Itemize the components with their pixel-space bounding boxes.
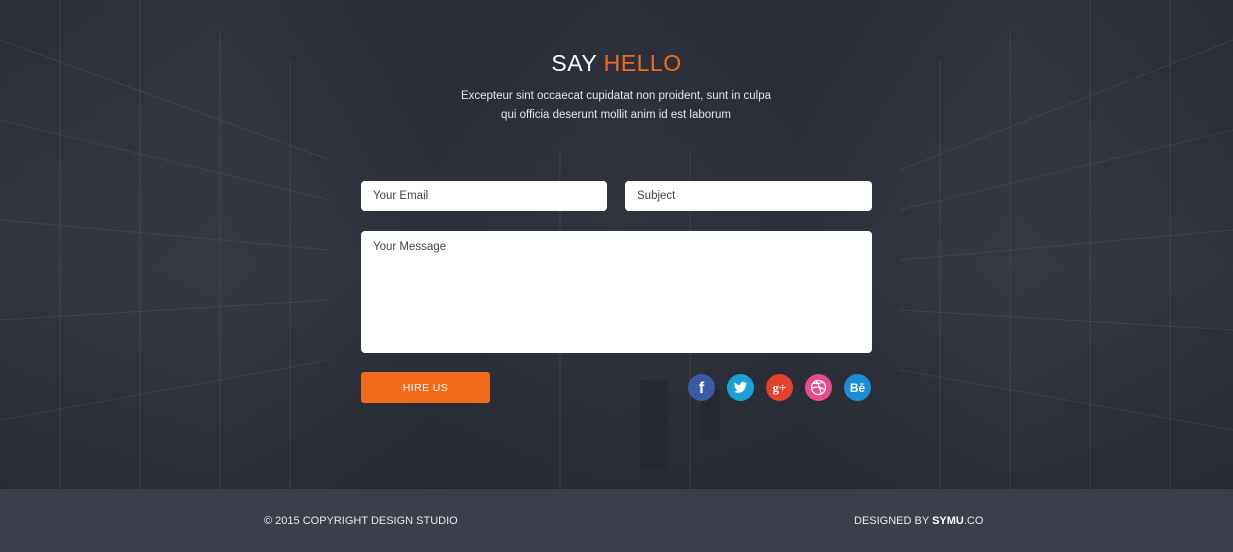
designed-by-suffix: .CO xyxy=(963,515,984,527)
title-plain: SAY xyxy=(551,50,597,76)
message-field[interactable] xyxy=(361,231,872,353)
twitter-icon[interactable] xyxy=(727,374,754,401)
email-field[interactable] xyxy=(361,181,607,211)
subject-field[interactable] xyxy=(625,181,872,211)
hire-us-button[interactable]: HIRE US xyxy=(361,372,490,403)
copyright-text: © 2015 COPYRIGHT DESIGN STUDIO xyxy=(264,515,458,527)
page-subtitle: Excepteur sint occaecat cupidatat non pr… xyxy=(416,87,816,125)
subtitle-line-2: qui officia deserunt mollit anim id est … xyxy=(501,109,731,121)
svg-text:Bē: Bē xyxy=(850,381,866,395)
designed-by-credit: DESIGNED BY SYMU.CO xyxy=(854,515,983,527)
designed-by-prefix: DESIGNED BY xyxy=(854,515,929,527)
svg-text:g+: g+ xyxy=(773,380,787,395)
google-plus-icon[interactable]: g+ xyxy=(766,374,793,401)
footer xyxy=(0,489,1233,552)
dribbble-icon[interactable] xyxy=(805,374,832,401)
subtitle-line-1: Excepteur sint occaecat cupidatat non pr… xyxy=(460,90,772,102)
title-accent: HELLO xyxy=(603,50,682,76)
svg-text:f: f xyxy=(699,380,705,397)
facebook-icon[interactable]: f xyxy=(688,374,715,401)
designer-brand-link[interactable]: SYMU xyxy=(932,515,964,527)
behance-icon[interactable]: Bē xyxy=(844,374,871,401)
page-title: SAY HELLO xyxy=(0,50,1233,77)
